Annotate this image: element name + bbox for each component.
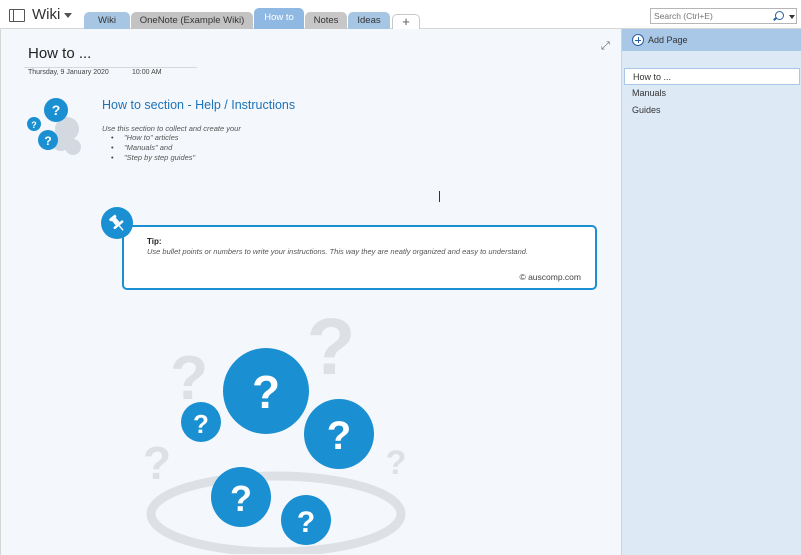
- section-intro-text[interactable]: Use this section to collect and create y…: [102, 124, 241, 133]
- svg-text:?: ?: [52, 102, 61, 118]
- svg-text:?: ?: [193, 409, 209, 439]
- list-item[interactable]: "How to" articles: [111, 133, 195, 143]
- add-icon: [632, 34, 644, 46]
- page-list-panel: Add Page How to ... Manuals Guides: [621, 29, 801, 555]
- notebook-title[interactable]: Wiki: [32, 6, 60, 23]
- help-question-icon: ? ? ?: [27, 98, 81, 155]
- text-cursor: [439, 191, 440, 202]
- search-icon[interactable]: [775, 11, 784, 20]
- search-box[interactable]: [650, 8, 797, 24]
- tab-how-to[interactable]: How to: [254, 8, 304, 29]
- bullet-list: "How to" articles "Manuals" and "Step by…: [111, 133, 195, 163]
- title-bar: Wiki Wiki OneNote (Example Wiki) How to …: [0, 0, 801, 29]
- list-item[interactable]: "Step by step guides": [111, 153, 195, 163]
- tab-wiki[interactable]: Wiki: [84, 12, 130, 29]
- title-divider: [24, 67, 197, 68]
- section-heading[interactable]: How to section - Help / Instructions: [102, 98, 295, 112]
- svg-text:?: ?: [297, 506, 315, 539]
- tip-box[interactable]: Tip: Use bullet points or numbers to wri…: [122, 225, 597, 290]
- tab-onenote-example-wiki[interactable]: OneNote (Example Wiki): [131, 12, 253, 29]
- add-section-button[interactable]: +: [392, 14, 420, 29]
- tab-ideas[interactable]: Ideas: [348, 12, 390, 29]
- svg-text:?: ?: [31, 120, 37, 130]
- add-page-label: Add Page: [648, 35, 688, 45]
- add-page-button[interactable]: Add Page: [622, 29, 801, 51]
- page-date: Thursday, 9 January 2020: [28, 69, 109, 76]
- tip-text[interactable]: Use bullet points or numbers to write yo…: [147, 247, 528, 256]
- page-canvas[interactable]: How to ... Thursday, 9 January 2020 10:0…: [0, 29, 621, 555]
- notebook-icon[interactable]: [9, 9, 25, 22]
- svg-text:?: ?: [307, 304, 356, 391]
- expand-icon[interactable]: ⤢: [601, 41, 611, 52]
- svg-text:?: ?: [327, 414, 351, 458]
- list-item[interactable]: "Manuals" and: [111, 143, 195, 153]
- question-marks-illustration: ? ? ? ? ? ? ? ? ?: [143, 304, 407, 554]
- page-item-guides[interactable]: Guides: [622, 102, 801, 119]
- page-item-manuals[interactable]: Manuals: [622, 85, 801, 102]
- tip-credit: © auscomp.com: [519, 272, 581, 282]
- tip-label: Tip:: [147, 237, 162, 246]
- svg-text:?: ?: [44, 134, 51, 148]
- search-scope-dropdown-icon[interactable]: [789, 15, 795, 19]
- page-title[interactable]: How to ...: [28, 45, 91, 62]
- svg-text:?: ?: [252, 366, 280, 418]
- svg-text:?: ?: [230, 478, 252, 519]
- svg-text:?: ?: [386, 444, 407, 482]
- pushpin-icon: [101, 207, 133, 239]
- page-time: 10:00 AM: [132, 69, 162, 76]
- page-item-how-to[interactable]: How to ...: [624, 68, 800, 85]
- notebook-dropdown-icon[interactable]: [64, 13, 72, 18]
- page-list: How to ... Manuals Guides: [622, 68, 801, 119]
- search-input[interactable]: [651, 9, 771, 23]
- tab-notes[interactable]: Notes: [305, 12, 347, 29]
- svg-text:?: ?: [143, 437, 171, 489]
